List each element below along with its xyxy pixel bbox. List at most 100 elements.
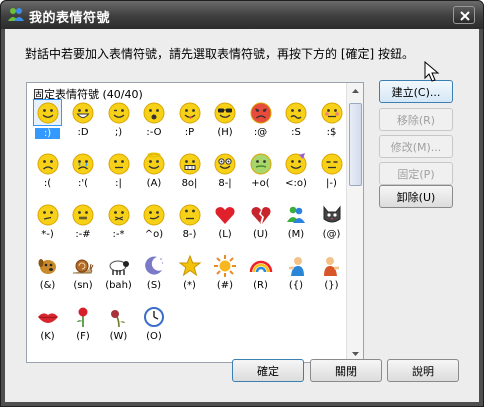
emoticon-shortcut: (R) — [253, 280, 268, 291]
broken-heart-icon — [246, 201, 275, 228]
emoticon-cell[interactable]: |-) — [317, 150, 346, 196]
vertical-scrollbar[interactable] — [346, 83, 363, 362]
sun-icon — [211, 252, 240, 279]
emoticon-cell[interactable]: :P — [175, 99, 204, 145]
emoticon-list[interactable]: 固定表情符號 (40/40) :):D;):-O:P (H):@:S:$:(:'(… — [26, 82, 364, 363]
emoticon-cell[interactable]: (@) — [317, 201, 346, 247]
emoticon-cell[interactable]: (K) — [33, 303, 62, 349]
emoticon-cell[interactable]: (&) — [33, 252, 62, 298]
emoticon-cell[interactable]: ({) — [282, 252, 311, 298]
create-button[interactable]: 建立(C)... — [379, 80, 453, 103]
emoticon-cell[interactable]: (}) — [317, 252, 346, 298]
emoticon-shortcut: (}) — [324, 280, 339, 291]
emoticon-cell[interactable]: (H) — [211, 99, 240, 145]
emoticon-shortcut: ({) — [288, 280, 304, 291]
emoticon-shortcut: (O) — [146, 331, 162, 342]
close-button[interactable]: 關閉 — [310, 359, 382, 382]
emoticon-shortcut: :'( — [77, 178, 89, 189]
emoticon-shortcut: (L) — [218, 229, 232, 240]
close-window-button[interactable] — [453, 6, 475, 24]
emoticon-cell[interactable]: :$ — [317, 99, 346, 145]
emoticon-cell[interactable]: +o( — [246, 150, 275, 196]
help-button[interactable]: 說明 — [387, 359, 459, 382]
emoticon-cell[interactable]: :'( — [69, 150, 98, 196]
emoticon-shortcut: 8-) — [182, 229, 197, 240]
title-bar[interactable]: 我的表情符號 — [1, 1, 483, 29]
sarcastic-icon — [140, 201, 169, 228]
pin-button[interactable]: 固定(P) — [379, 162, 453, 185]
rainbow-icon — [246, 252, 275, 279]
scrollbar-thumb[interactable] — [349, 103, 362, 186]
emoticon-shortcut: (@) — [322, 229, 341, 240]
emoticon-shortcut: 8-| — [218, 178, 232, 189]
emoticon-shortcut: :D — [77, 127, 89, 138]
emoticon-shortcut: :P — [184, 127, 195, 138]
emoticon-cell[interactable]: :| — [104, 150, 133, 196]
emoticon-cell[interactable]: :( — [33, 150, 62, 196]
emoticon-cell[interactable]: 8-| — [211, 150, 240, 196]
ok-button[interactable]: 確定 — [232, 359, 304, 382]
emoticon-cell[interactable]: (bah) — [104, 252, 133, 298]
emoticon-cell[interactable]: (U) — [246, 201, 275, 247]
emoticon-cell[interactable]: 8-) — [175, 201, 204, 247]
emoticon-cell[interactable]: :-* — [104, 201, 133, 247]
remove-button[interactable]: 移除(R) — [379, 108, 453, 131]
emoticon-shortcut: <:o) — [285, 178, 307, 189]
party-icon — [282, 150, 311, 177]
sleepy-icon — [317, 150, 346, 177]
emoticon-cell[interactable]: :S — [282, 99, 311, 145]
emoticon-shortcut: :-O — [146, 127, 162, 138]
emoticon-shortcut: (sn) — [73, 280, 93, 291]
emoticon-shortcut: (&) — [39, 280, 56, 291]
emoticon-cell[interactable]: (sn) — [69, 252, 98, 298]
emoticon-cell[interactable]: (#) — [211, 252, 240, 298]
star-icon — [175, 252, 204, 279]
messenger-icon — [282, 201, 311, 228]
emoticon-shortcut: ^o) — [144, 229, 164, 240]
emoticon-cell[interactable]: :) — [33, 99, 62, 145]
crying-icon — [69, 150, 98, 177]
emoticon-shortcut: (bah) — [105, 280, 132, 291]
emoticon-cell[interactable]: <:o) — [282, 150, 311, 196]
scroll-down-arrow-icon[interactable] — [351, 349, 360, 358]
emoticon-shortcut: (U) — [252, 229, 269, 240]
smile-icon — [33, 99, 62, 126]
emoticon-cell[interactable]: :@ — [246, 99, 275, 145]
cat-face-icon — [317, 201, 346, 228]
emoticon-cell[interactable]: (R) — [246, 252, 275, 298]
emoticon-cell[interactable]: (W) — [104, 303, 133, 349]
tongue-out-icon — [175, 99, 204, 126]
red-rose-icon — [69, 303, 98, 330]
emoticon-cell[interactable]: (F) — [69, 303, 98, 349]
emoticon-cell[interactable]: (*) — [175, 252, 204, 298]
scroll-up-arrow-icon[interactable] — [351, 87, 360, 96]
emoticon-shortcut: +o( — [251, 178, 270, 189]
emoticon-cell[interactable]: :-# — [69, 201, 98, 247]
unpin-button[interactable]: 卸除(U) — [379, 185, 453, 208]
emoticon-cell[interactable]: (L) — [211, 201, 240, 247]
thinking-icon — [33, 201, 62, 228]
emoticon-cell[interactable]: :D — [69, 99, 98, 145]
dont-tell-icon — [69, 201, 98, 228]
emoticon-cell[interactable]: :-O — [140, 99, 169, 145]
sad-icon — [33, 150, 62, 177]
emoticon-cell[interactable]: ;) — [104, 99, 133, 145]
edit-button[interactable]: 修改(M)... — [379, 135, 453, 158]
emoticon-cell[interactable]: (A) — [140, 150, 169, 196]
emoticon-shortcut: :S — [291, 127, 301, 138]
disappointed-icon — [104, 150, 133, 177]
emoticon-cell[interactable]: 8o| — [175, 150, 204, 196]
emoticon-cell[interactable]: (M) — [282, 201, 311, 247]
emoticon-shortcut: *-) — [41, 229, 54, 240]
emoticon-shortcut: (#) — [216, 280, 234, 291]
red-heart-icon — [211, 201, 240, 228]
emoticon-shortcut: :) — [35, 128, 60, 139]
emoticon-shortcut: (A) — [146, 178, 162, 189]
black-sheep-icon — [104, 252, 133, 279]
emoticon-cell[interactable]: (S) — [140, 252, 169, 298]
emoticon-cell[interactable]: ^o) — [140, 201, 169, 247]
emoticon-cell[interactable]: (O) — [140, 303, 169, 349]
emoticon-shortcut: (K) — [40, 331, 55, 342]
emoticon-cell[interactable]: *-) — [33, 201, 62, 247]
left-hug-icon — [282, 252, 311, 279]
